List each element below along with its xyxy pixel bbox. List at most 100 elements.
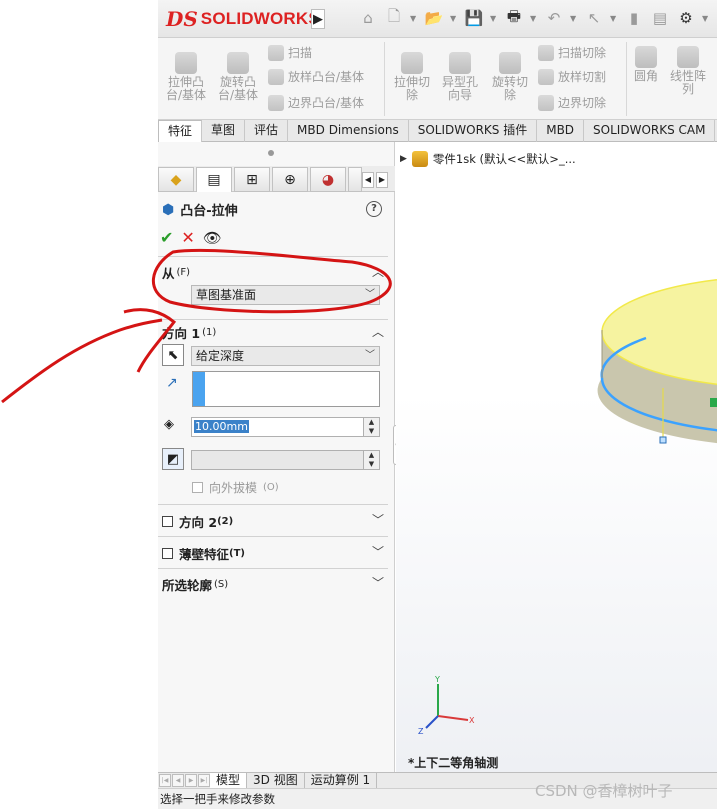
- start-condition-value: 草图基准面: [196, 288, 257, 302]
- options-gear-icon[interactable]: ⚙: [676, 8, 696, 28]
- swept-cut-icon: [538, 44, 554, 61]
- select-dropdown-icon[interactable]: ▼: [610, 14, 618, 23]
- csdn-watermark: CSDN @香樟树叶子: [535, 782, 673, 800]
- fillet-button[interactable]: 圆角: [630, 46, 662, 83]
- reverse-direction-icon[interactable]: ⬉: [162, 344, 184, 366]
- pane-grip-handle[interactable]: [268, 150, 274, 156]
- ds-logo-mark: DS: [166, 7, 198, 31]
- open-icon[interactable]: 📂: [424, 8, 444, 28]
- rebuild-icon[interactable]: ▮: [624, 8, 644, 28]
- feature-ribbon: 拉伸凸 台/基体 旋转凸 台/基体 扫描 放样凸台/基体 边界凸台/基体 拉伸切…: [158, 38, 717, 120]
- tab-features[interactable]: 特征: [158, 120, 203, 142]
- new-document-icon[interactable]: 🗋: [384, 7, 404, 28]
- chevron-down-icon[interactable]: ﹀: [372, 543, 384, 560]
- tab-scroll-left-icon[interactable]: ◀: [362, 172, 374, 188]
- tab-solidworks-cam[interactable]: SOLIDWORKS CAM: [584, 120, 716, 142]
- select-icon[interactable]: ↖: [584, 8, 604, 28]
- property-manager-tab[interactable]: ▤: [196, 167, 232, 192]
- new-dropdown-icon[interactable]: ▼: [410, 14, 418, 23]
- next-tab-icon[interactable]: ▶: [185, 774, 197, 787]
- first-tab-icon[interactable]: |◀: [159, 774, 171, 787]
- previous-tab-icon[interactable]: ◀: [172, 774, 184, 787]
- help-icon[interactable]: ?: [366, 201, 382, 217]
- chevron-down-icon: ﹀: [365, 289, 375, 300]
- handle-point[interactable]: [659, 436, 667, 444]
- direction2-checkbox[interactable]: 方向 2 (2): [162, 512, 233, 531]
- boundary-boss-button[interactable]: 边界凸台/基体: [268, 94, 364, 111]
- undo-icon[interactable]: ↶: [544, 8, 564, 28]
- save-icon[interactable]: 💾: [464, 8, 484, 28]
- chevron-down-icon[interactable]: ﹀: [372, 511, 384, 528]
- chevron-up-icon[interactable]: ︿: [372, 263, 384, 280]
- undo-dropdown-icon[interactable]: ▼: [570, 14, 578, 23]
- fillet-label: 圆角: [633, 69, 658, 83]
- save-dropdown-icon[interactable]: ▼: [490, 14, 498, 23]
- swept-cut-button[interactable]: 扫描切除: [538, 44, 606, 61]
- cancel-x-icon[interactable]: ✕: [181, 228, 194, 247]
- sweep-button[interactable]: 扫描: [268, 44, 312, 61]
- tab-mbd-dimensions[interactable]: MBD Dimensions: [288, 120, 409, 142]
- boundary-cut-button[interactable]: 边界切除: [538, 94, 606, 111]
- home-icon[interactable]: ⌂: [358, 8, 378, 28]
- menu-expand-arrow[interactable]: ▶: [311, 9, 325, 29]
- checkbox-box: [162, 516, 173, 527]
- feature-actions: ✔ ✕ 👁: [160, 228, 222, 247]
- draft-toggle-icon[interactable]: ◩: [162, 448, 184, 470]
- selected-contours-label: 所选轮廓: [162, 578, 213, 593]
- file-properties-icon[interactable]: ▤: [650, 8, 670, 28]
- tab-3d-views[interactable]: 3D 视图: [247, 772, 305, 789]
- chevron-down-icon[interactable]: ﹀: [372, 574, 384, 591]
- feature-tree-icon: ◆: [170, 171, 182, 188]
- preview-eye-icon[interactable]: 👁: [203, 229, 222, 247]
- selected-contours-header[interactable]: 所选轮廓 (S): [162, 575, 228, 594]
- display-manager-tab[interactable]: ◕: [310, 167, 346, 192]
- more-tabs-indicator[interactable]: [348, 167, 362, 192]
- direction-reference-list[interactable]: [192, 371, 380, 407]
- fillet-icon: [635, 46, 657, 68]
- left-margin: [0, 0, 158, 809]
- revolve-cut-button[interactable]: 旋转切 除: [488, 52, 532, 102]
- drag-arrow-handle[interactable]: [710, 398, 717, 407]
- tab-mbd[interactable]: MBD: [537, 120, 585, 142]
- tab-solidworks-addins[interactable]: SOLIDWORKS 插件: [409, 120, 538, 142]
- revolve-boss-button[interactable]: 旋转凸 台/基体: [216, 52, 260, 102]
- thin-feature-checkbox[interactable]: 薄壁特征 (T): [162, 544, 245, 563]
- feature-manager-tab[interactable]: ◆: [158, 167, 194, 192]
- draft-angle-input: ▲ ▼: [191, 450, 380, 470]
- lofted-cut-button[interactable]: 放样切割: [538, 68, 606, 85]
- graphics-viewport[interactable]: ▶ 零件1sk (默认<<默认>_... Y X Z *上下二等角轴测: [396, 142, 717, 772]
- tab-sketch[interactable]: 草图: [202, 120, 246, 142]
- tab-scroll-right-icon[interactable]: ▶: [376, 172, 388, 188]
- open-dropdown-icon[interactable]: ▼: [450, 14, 458, 23]
- solidworks-logo[interactable]: DS SOLIDWORKS: [166, 4, 320, 34]
- dimxpert-manager-tab[interactable]: ⊕: [272, 167, 308, 192]
- start-condition-select[interactable]: 草图基准面 ﹀: [191, 285, 380, 305]
- tab-model[interactable]: 模型: [210, 772, 248, 789]
- depth-spinner-arrows[interactable]: ▲ ▼: [363, 418, 379, 436]
- chevron-up-icon[interactable]: ︿: [372, 323, 384, 340]
- extrude-cut-button[interactable]: 拉伸切 除: [390, 52, 434, 102]
- print-dropdown-icon[interactable]: ▼: [530, 14, 538, 23]
- extrude-boss-button[interactable]: 拉伸凸 台/基体: [164, 52, 208, 102]
- from-section-header[interactable]: 从 (F): [162, 263, 190, 282]
- configuration-manager-tab[interactable]: ⊞: [234, 167, 270, 192]
- tab-motion-study[interactable]: 运动算例 1: [305, 772, 378, 789]
- depth-input[interactable]: 10.00mm ▲ ▼: [191, 417, 380, 437]
- boundary-cut-label: 边界切除: [558, 96, 607, 110]
- ribbon-separator: [384, 42, 385, 116]
- print-icon[interactable]: 🖶: [504, 7, 524, 28]
- tab-evaluate[interactable]: 评估: [245, 120, 289, 142]
- direction1-section-header[interactable]: 方向 1 (1): [162, 323, 216, 342]
- ok-check-icon[interactable]: ✔: [160, 228, 173, 247]
- reference-triad: Y X Z: [418, 676, 475, 736]
- last-tab-icon[interactable]: ▶|: [198, 774, 210, 787]
- loft-boss-button[interactable]: 放样凸台/基体: [268, 68, 364, 85]
- linear-pattern-button[interactable]: 线性阵 列: [666, 46, 710, 96]
- options-dropdown-icon[interactable]: ▼: [702, 14, 710, 23]
- hole-wizard-button[interactable]: 异型孔 向导: [438, 52, 482, 102]
- extrude-boss-label: 拉伸凸 台/基体: [165, 75, 207, 102]
- appearance-ball-icon: ◕: [321, 171, 335, 188]
- end-condition-select[interactable]: 给定深度 ﹀: [191, 346, 380, 366]
- triad-z-label: Z: [418, 727, 424, 736]
- section-divider: [158, 319, 388, 320]
